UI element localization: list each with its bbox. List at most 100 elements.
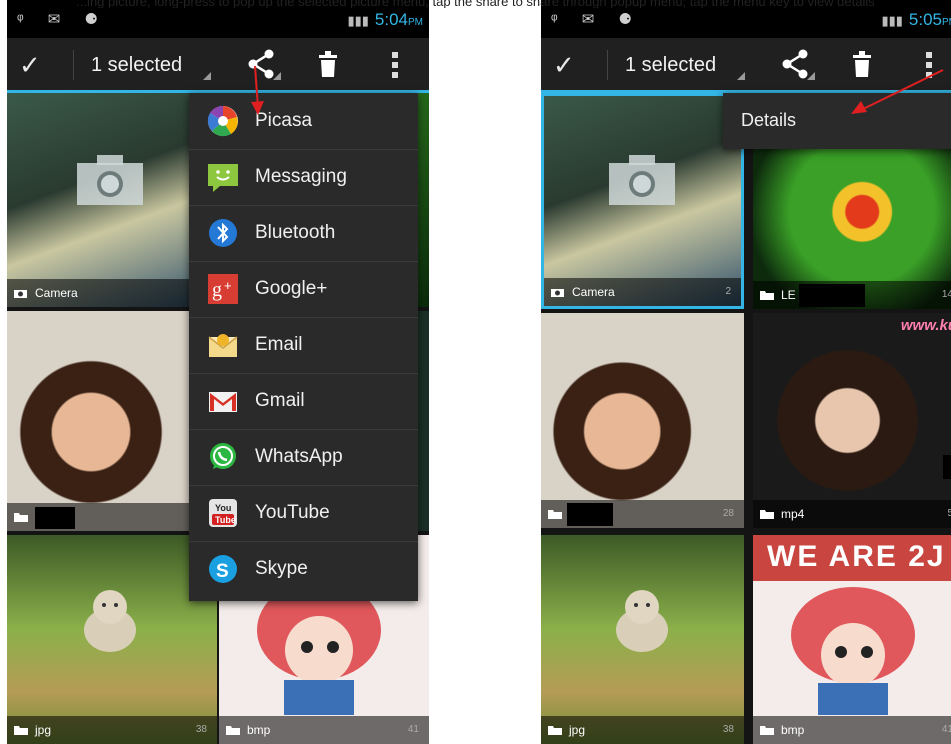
album-tile-jpg[interactable]: jpg 38: [7, 535, 217, 744]
watermark-text: www.ku: [900, 317, 951, 334]
folder-icon: [548, 508, 562, 522]
album-count: 41: [407, 724, 419, 735]
cartoon-thumbnail: [791, 587, 915, 715]
folder-icon: [226, 724, 240, 738]
album-name: Camera: [572, 285, 615, 299]
album-label: bmp 41: [219, 716, 429, 744]
album-count: 38: [195, 724, 207, 735]
album-count: 28: [722, 508, 734, 519]
video-folder-icon: [760, 508, 774, 522]
phone-screen-share: ᵠ ✉ ⚈ ▮▮▮ 5:04PM ✓ 1 selected Camera jpg…: [7, 0, 429, 744]
album-count: 38: [722, 724, 734, 735]
camera-album-icon: [551, 286, 564, 300]
album-label: [7, 503, 217, 531]
share-item-skype[interactable]: S Skype: [189, 541, 418, 597]
redaction-box: [943, 455, 951, 479]
folder-icon: [548, 724, 562, 738]
album-label: 28: [541, 500, 744, 528]
share-item-gmail[interactable]: Gmail: [189, 373, 418, 430]
album-tile-jpg[interactable]: jpg 38: [541, 535, 744, 744]
folder-icon: [14, 724, 28, 738]
folder-icon: [760, 724, 774, 738]
messaging-icon: [208, 164, 238, 192]
camera-album-icon: [14, 287, 27, 301]
svg-text:g: g: [212, 279, 222, 301]
action-bar: ✓ 1 selected: [7, 38, 429, 93]
done-check-icon[interactable]: ✓: [553, 50, 575, 81]
menu-item-label: Details: [741, 110, 797, 130]
share-item-bluetooth[interactable]: Bluetooth: [189, 205, 418, 262]
album-tile-camera[interactable]: Camera: [7, 93, 217, 307]
notification-icons: ᵠ ✉ ⚈: [551, 11, 642, 28]
status-right: ▮▮▮ 5:04PM: [347, 10, 423, 30]
overflow-menu-icon[interactable]: [391, 52, 399, 83]
album-label: jpg 38: [541, 716, 744, 744]
selection-count[interactable]: 1 selected: [625, 54, 716, 77]
phone-screen-details: ᵠ ✉ ⚈ ▮▮▮ 5:05PM ✓ 1 selected Camera 2 LE: [541, 0, 951, 744]
share-item-whatsapp[interactable]: WhatsApp: [189, 429, 418, 486]
album-tile-bmp[interactable]: WE ARE 2J bmp 41: [753, 535, 951, 744]
share-item-google-plus[interactable]: g + Google+: [189, 261, 418, 318]
album-name: Camera: [35, 286, 78, 300]
album-name: bmp: [247, 723, 271, 737]
album-tile-portrait[interactable]: 28: [541, 313, 744, 528]
svg-text:You: You: [215, 503, 231, 513]
dropdown-triangle-icon: [737, 72, 745, 80]
bluetooth-icon: [209, 219, 237, 247]
album-tile-mp4[interactable]: www.ku mp4 5: [753, 313, 951, 528]
menu-item-label: WhatsApp: [255, 446, 343, 467]
album-count: 2: [725, 286, 731, 297]
album-name: bmp: [781, 723, 805, 737]
google-plus-icon: g +: [208, 274, 238, 304]
caption: ...ing picture, long-press to pop up the…: [76, 0, 875, 8]
dropdown-triangle-icon: [203, 72, 211, 80]
menu-item-label: Bluetooth: [255, 222, 336, 243]
selection-count[interactable]: 1 selected: [91, 54, 182, 77]
svg-text:S: S: [216, 561, 229, 582]
menu-item-label: Gmail: [255, 390, 305, 411]
album-label: jpg 38: [7, 716, 217, 744]
album-name: jpg: [569, 723, 586, 737]
album-label: Camera: [7, 279, 217, 307]
share-item-email[interactable]: Email: [189, 317, 418, 374]
folder-icon: [760, 289, 774, 303]
album-tile-portrait[interactable]: [7, 311, 217, 531]
notification-icons: ᵠ ✉ ⚈: [17, 11, 108, 28]
signal-icon: ▮▮▮: [347, 13, 369, 28]
camera-placeholder-icon: [77, 155, 143, 205]
youtube-icon: You Tube: [209, 499, 237, 527]
svg-text:+: +: [224, 278, 232, 293]
clock: 5:04: [374, 10, 408, 29]
album-name: mp4: [781, 507, 805, 521]
menu-item-label: Google+: [255, 278, 328, 299]
menu-item-label: YouTube: [255, 502, 330, 523]
menu-item-label: Email: [255, 334, 303, 355]
menu-item-label: Skype: [255, 558, 308, 579]
signal-icon: ▮▮▮: [881, 13, 903, 28]
done-check-icon[interactable]: ✓: [19, 50, 41, 81]
redaction-box: [799, 284, 865, 307]
clock: 5:05: [908, 10, 942, 29]
clock-ampm: PM: [942, 17, 951, 28]
share-item-picasa[interactable]: Picasa: [189, 93, 418, 150]
gmail-icon: [209, 392, 237, 412]
skype-icon: S: [209, 555, 237, 583]
album-label: mp4 5: [753, 500, 951, 528]
share-menu: Picasa Messaging Bluetooth g + Google+ Em…: [189, 93, 418, 601]
redaction-box: [567, 503, 613, 526]
share-icon[interactable]: [779, 48, 815, 87]
album-label: LE 14: [753, 281, 951, 309]
whatsapp-icon: [210, 443, 236, 469]
annotation-arrow: [851, 69, 944, 114]
album-label: Camera 2: [544, 278, 741, 306]
delete-trash-icon[interactable]: [317, 51, 339, 82]
folder-icon: [14, 511, 28, 525]
share-item-messaging[interactable]: Messaging: [189, 149, 418, 206]
clock-ampm: PM: [408, 17, 423, 28]
album-count: 14: [941, 289, 951, 300]
album-tile-camera-selected[interactable]: Camera 2: [541, 93, 744, 309]
redaction-box: [35, 507, 75, 529]
share-item-youtube[interactable]: You Tube YouTube: [189, 485, 418, 542]
svg-text:Tube: Tube: [215, 515, 236, 525]
album-count: 41: [941, 724, 951, 735]
